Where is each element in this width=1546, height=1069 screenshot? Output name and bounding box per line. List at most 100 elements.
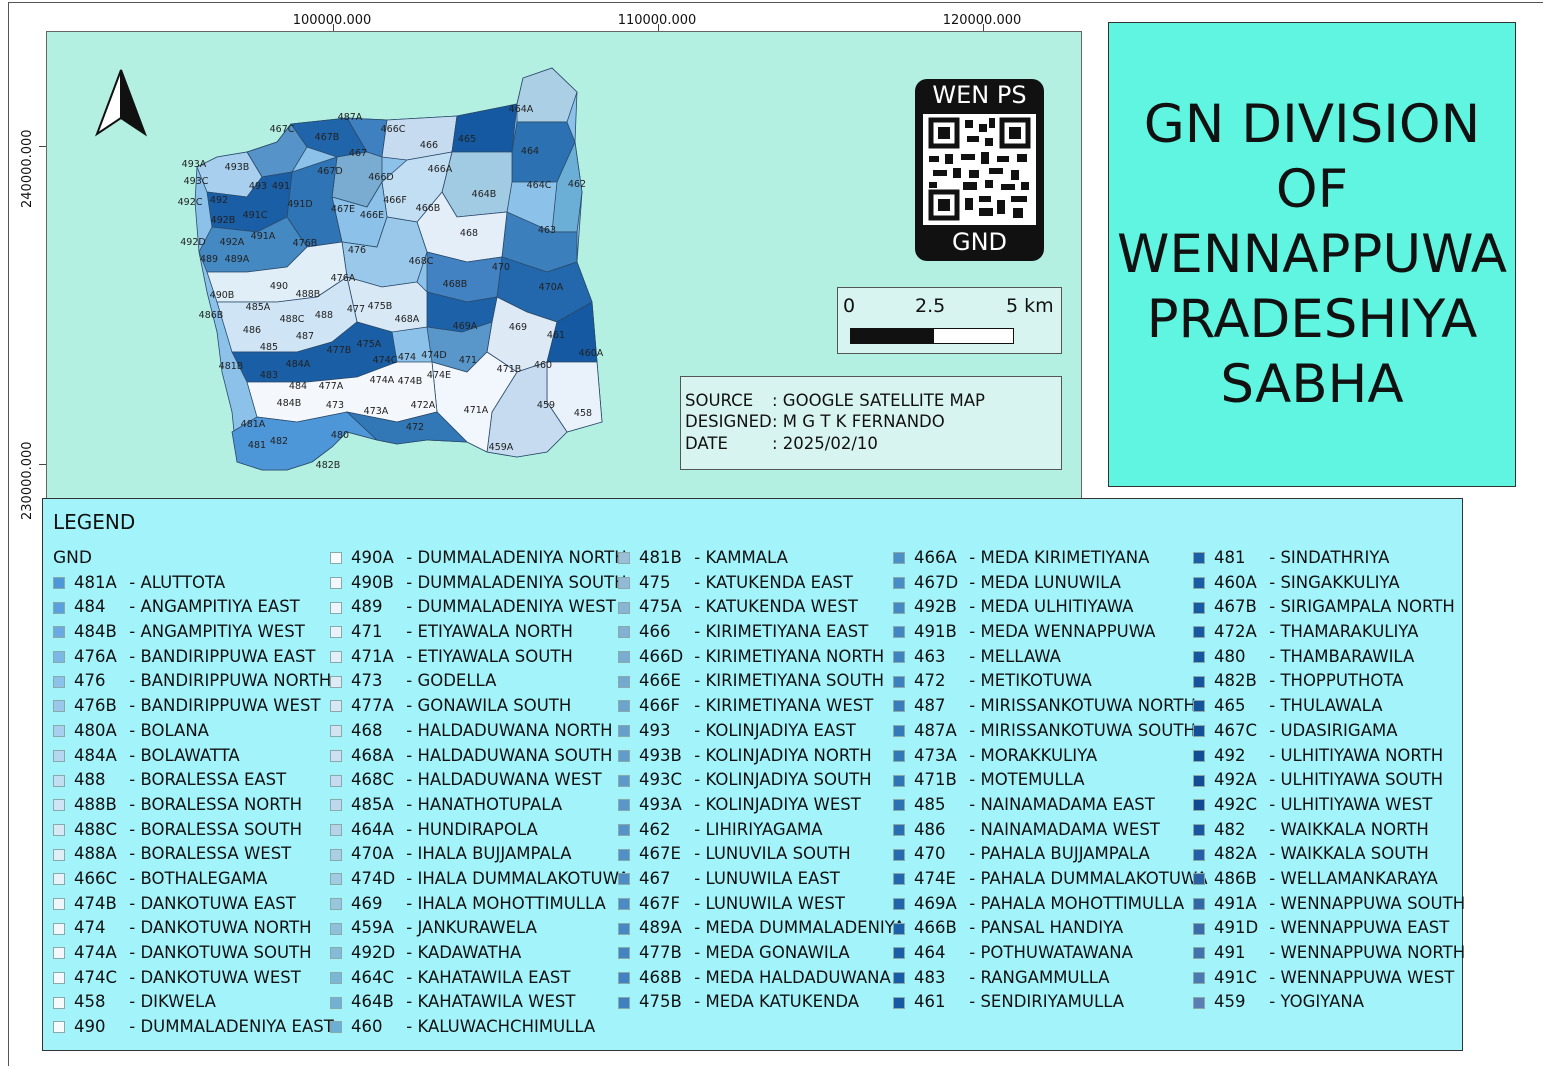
legend-item: 475B - MEDA KATUKENDA — [618, 990, 905, 1015]
legend-name: ALUTTOTA — [140, 572, 226, 592]
legend-code: 460A — [1214, 572, 1257, 592]
legend-code: 460 — [351, 1017, 383, 1037]
legend-name: BORALESSA WEST — [140, 844, 292, 864]
legend-code: 474D — [351, 868, 396, 888]
region-label: 482B — [316, 460, 341, 471]
legend-swatch — [1193, 651, 1205, 664]
legend-name: ETIYAWALA SOUTH — [417, 646, 573, 666]
legend-separator: - — [124, 696, 141, 716]
region-label: 463 — [538, 225, 556, 236]
region-label: 483 — [260, 370, 278, 381]
legend-separator: - — [124, 844, 141, 864]
region-label: 467D — [317, 166, 342, 177]
legend-item: 481 - SINDATHRIYA — [1193, 546, 1465, 571]
legend-swatch — [893, 972, 905, 985]
legend-separator: - — [964, 572, 981, 592]
legend-code: 491B — [914, 622, 957, 642]
region-label: 470A — [539, 282, 564, 293]
legend-item: 474E - PAHALA DUMMALAKOTUWA — [893, 867, 1208, 892]
legend-swatch — [618, 675, 630, 688]
legend-code: 470A — [351, 844, 394, 864]
legend-code: 466B — [914, 918, 957, 938]
legend-name: MEDA DUMMALADENIYA — [705, 918, 905, 938]
legend-separator: - — [964, 671, 981, 691]
legend-swatch — [618, 922, 630, 935]
legend-code: 464A — [351, 819, 394, 839]
legend-item: 481A - ALUTTOTA — [53, 571, 334, 596]
legend-item: 491B - MEDA WENNAPPUWA — [893, 620, 1208, 645]
title-line: PRADESHIYA — [1146, 289, 1478, 350]
legend-item: 464B - KAHATAWILA WEST — [330, 990, 629, 1015]
legend-item: 459 - YOGIYANA — [1193, 990, 1465, 1015]
legend-code: 491D — [1214, 918, 1259, 938]
legend-name: DUMMALADENIYA SOUTH — [417, 572, 627, 592]
legend-swatch — [330, 577, 342, 590]
legend-name: PANSAL HANDIYA — [980, 918, 1124, 938]
title-box: GN DIVISION OF WENNAPPUWA PRADESHIYA SAB… — [1108, 22, 1516, 487]
legend-name: METIKOTUWA — [980, 671, 1092, 691]
legend-code: 476B — [74, 696, 117, 716]
legend-name: DANKOTUWA EAST — [140, 893, 296, 913]
legend-name: NAINAMADAMA WEST — [980, 819, 1160, 839]
legend-name: UDASIRIGAMA — [1280, 720, 1398, 740]
legend-item: 487 - MIRISSANKOTUWA NORTH — [893, 694, 1208, 719]
legend-swatch — [1193, 897, 1205, 910]
legend-name: HUNDIRAPOLA — [417, 819, 538, 839]
region-label: 476B — [293, 238, 318, 249]
x-tick — [983, 24, 984, 31]
legend-separator: - — [124, 720, 141, 740]
legend-name: KAMMALA — [705, 548, 788, 567]
legend-code: 474C — [74, 967, 118, 987]
legend-item: 468A - HALDADUWANA SOUTH — [330, 744, 629, 769]
legend-code: 487A — [914, 720, 957, 740]
region-label: 474E — [427, 370, 451, 381]
legend-separator: - — [401, 646, 418, 666]
legend-swatch — [618, 601, 630, 614]
legend-item: 490B - DUMMALADENIYA SOUTH — [330, 571, 629, 596]
legend-code: 481 — [1214, 548, 1246, 567]
region-label: 464B — [472, 189, 497, 200]
legend-code: 466 — [639, 622, 671, 642]
legend-name: KIRIMETIYANA EAST — [705, 622, 869, 642]
region-label: 467B — [315, 132, 340, 143]
legend-swatch — [53, 774, 65, 787]
scale-label: 2.5 — [915, 295, 946, 317]
legend-separator: - — [401, 696, 418, 716]
qr-code-tag[interactable]: WEN PS GND — [915, 79, 1044, 261]
legend-item: 466A - MEDA KIRIMETIYANA — [893, 546, 1208, 571]
legend-separator: - — [124, 622, 141, 642]
legend-code: 458 — [74, 992, 106, 1012]
legend-code: 472A — [1214, 622, 1257, 642]
legend-name: KOLINJADIYA EAST — [705, 720, 856, 740]
region-label: 486 — [243, 325, 261, 336]
legend-separator: - — [1264, 992, 1281, 1012]
legend-code: 489A — [639, 918, 682, 938]
legend-code: 473A — [914, 745, 957, 765]
legend-swatch — [330, 626, 342, 639]
legend-item: 468B - MEDA HALDADUWANA — [618, 966, 905, 991]
legend-separator: - — [964, 720, 981, 740]
legend-separator: - — [964, 696, 981, 716]
region-label: 474C — [373, 355, 398, 366]
legend-item: 488C - BORALESSA SOUTH — [53, 818, 334, 843]
legend-swatch — [893, 552, 905, 565]
legend-separator: - — [1264, 548, 1281, 567]
legend-swatch — [893, 799, 905, 812]
legend-name: MEDA KATUKENDA — [705, 992, 860, 1012]
legend-name: KATUKENDA EAST — [705, 572, 853, 592]
legend-separator: - — [401, 572, 418, 592]
legend-code: 492A — [1214, 770, 1257, 790]
legend-code: 476 — [74, 671, 106, 691]
legend-swatch — [53, 897, 65, 910]
legend-name: JANKURAWELA — [417, 918, 537, 938]
region-label: 468 — [460, 228, 478, 239]
region-label: 492D — [180, 237, 205, 248]
legend-name: KADAWATHA — [417, 943, 522, 962]
legend-column: 490A - DUMMALADENIYA NORTH 490B - DUMMALA… — [330, 546, 629, 1040]
region-label: 491 — [272, 181, 290, 192]
legend-name: KAHATAWILA EAST — [417, 967, 571, 987]
legend-item: 468 - HALDADUWANA NORTH — [330, 719, 629, 744]
legend-item: 477B - MEDA GONAWILA — [618, 941, 905, 966]
legend-code: 471B — [914, 770, 957, 790]
region-label: 466D — [368, 172, 393, 183]
